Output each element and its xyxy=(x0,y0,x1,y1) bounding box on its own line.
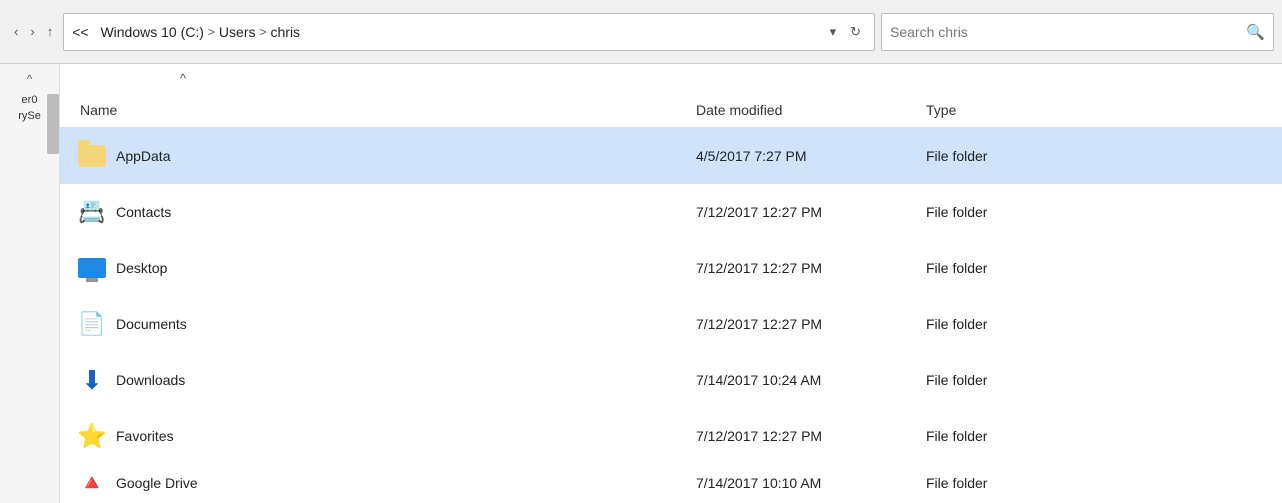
sort-arrow-icon[interactable]: ^ xyxy=(180,71,186,86)
file-icon-contacts: 📇 xyxy=(76,196,108,228)
file-icon-favorites: ⭐ xyxy=(76,420,108,452)
breadcrumb-dropdown[interactable]: ▾ xyxy=(825,22,842,42)
column-headers: Name Date modified Type xyxy=(60,92,1282,128)
file-name: Favorites xyxy=(116,428,696,444)
file-name: Google Drive xyxy=(116,475,696,491)
file-type: File folder xyxy=(926,428,1282,444)
sidebar-label-1: er0 xyxy=(22,94,38,106)
sidebar-label-2: rySe xyxy=(18,110,41,122)
sidebar-scroll-up[interactable]: ^ xyxy=(0,68,59,90)
file-date: 7/14/2017 10:24 AM xyxy=(696,372,926,388)
col-header-name[interactable]: Name xyxy=(76,102,696,118)
breadcrumb-part-drive[interactable]: Windows 10 (C:) xyxy=(100,24,203,40)
file-name: AppData xyxy=(116,148,696,164)
breadcrumb-controls: ▾ ↻ xyxy=(825,22,866,42)
file-type: File folder xyxy=(926,475,1282,491)
file-rows: AppData 4/5/2017 7:27 PM File folder 📇 C… xyxy=(60,128,1282,503)
breadcrumb-part-chris[interactable]: chris xyxy=(271,24,301,40)
table-row[interactable]: Desktop 7/12/2017 12:27 PM File folder xyxy=(60,240,1282,296)
nav-buttons: ‹ › ↑ xyxy=(8,20,59,43)
file-type: File folder xyxy=(926,148,1282,164)
breadcrumb-separator-start: << xyxy=(72,24,88,40)
table-row[interactable]: 📄 Documents 7/12/2017 12:27 PM File fold… xyxy=(60,296,1282,352)
scrollbar-thumb[interactable] xyxy=(47,94,59,154)
file-name: Contacts xyxy=(116,204,696,220)
table-row[interactable]: ⬇ Downloads 7/14/2017 10:24 AM File fold… xyxy=(60,352,1282,408)
sort-row: ^ xyxy=(60,64,1282,92)
file-type: File folder xyxy=(926,372,1282,388)
breadcrumb-sep-2: > xyxy=(259,25,266,39)
table-row[interactable]: 📇 Contacts 7/12/2017 12:27 PM File folde… xyxy=(60,184,1282,240)
file-name: Desktop xyxy=(116,260,696,276)
file-type: File folder xyxy=(926,316,1282,332)
table-row[interactable]: ⭐ Favorites 7/12/2017 12:27 PM File fold… xyxy=(60,408,1282,464)
col-header-type[interactable]: Type xyxy=(926,102,1282,118)
search-input[interactable] xyxy=(890,24,1246,40)
breadcrumb-text: << Windows 10 (C:) > Users > chris xyxy=(72,24,300,40)
file-icon-googledrive: 🔺 xyxy=(76,467,108,499)
col-header-date[interactable]: Date modified xyxy=(696,102,926,118)
file-icon-documents: 📄 xyxy=(76,308,108,340)
sidebar: ^ er0 rySe xyxy=(0,64,60,503)
breadcrumb-refresh[interactable]: ↻ xyxy=(845,22,866,42)
file-date: 7/12/2017 12:27 PM xyxy=(696,428,926,444)
forward-button[interactable]: › xyxy=(24,20,40,43)
up-button[interactable]: ↑ xyxy=(41,20,60,43)
file-date: 7/14/2017 10:10 AM xyxy=(696,475,926,491)
table-row[interactable]: 🔺 Google Drive 7/14/2017 10:10 AM File f… xyxy=(60,464,1282,502)
file-date: 4/5/2017 7:27 PM xyxy=(696,148,926,164)
search-icon[interactable]: 🔍 xyxy=(1246,23,1265,41)
file-date: 7/12/2017 12:27 PM xyxy=(696,316,926,332)
address-bar: ‹ › ↑ << Windows 10 (C:) > Users > chris… xyxy=(0,0,1282,64)
main-area: ^ er0 rySe ^ Name Date modified Type App… xyxy=(0,64,1282,503)
file-name: Documents xyxy=(116,316,696,332)
file-date: 7/12/2017 12:27 PM xyxy=(696,260,926,276)
breadcrumb-part-users[interactable]: Users xyxy=(219,24,256,40)
file-icon-folder-plain xyxy=(76,140,108,172)
back-button[interactable]: ‹ xyxy=(8,20,24,43)
breadcrumb[interactable]: << Windows 10 (C:) > Users > chris ▾ ↻ xyxy=(63,13,875,51)
search-box[interactable]: 🔍 xyxy=(881,13,1274,51)
file-name: Downloads xyxy=(116,372,696,388)
file-list-area: ^ Name Date modified Type AppData 4/5/20… xyxy=(60,64,1282,503)
file-date: 7/12/2017 12:27 PM xyxy=(696,204,926,220)
file-icon-downloads: ⬇ xyxy=(76,364,108,396)
table-row[interactable]: AppData 4/5/2017 7:27 PM File folder xyxy=(60,128,1282,184)
breadcrumb-sep-1: > xyxy=(208,25,215,39)
file-type: File folder xyxy=(926,204,1282,220)
file-icon-desktop xyxy=(76,252,108,284)
file-type: File folder xyxy=(926,260,1282,276)
